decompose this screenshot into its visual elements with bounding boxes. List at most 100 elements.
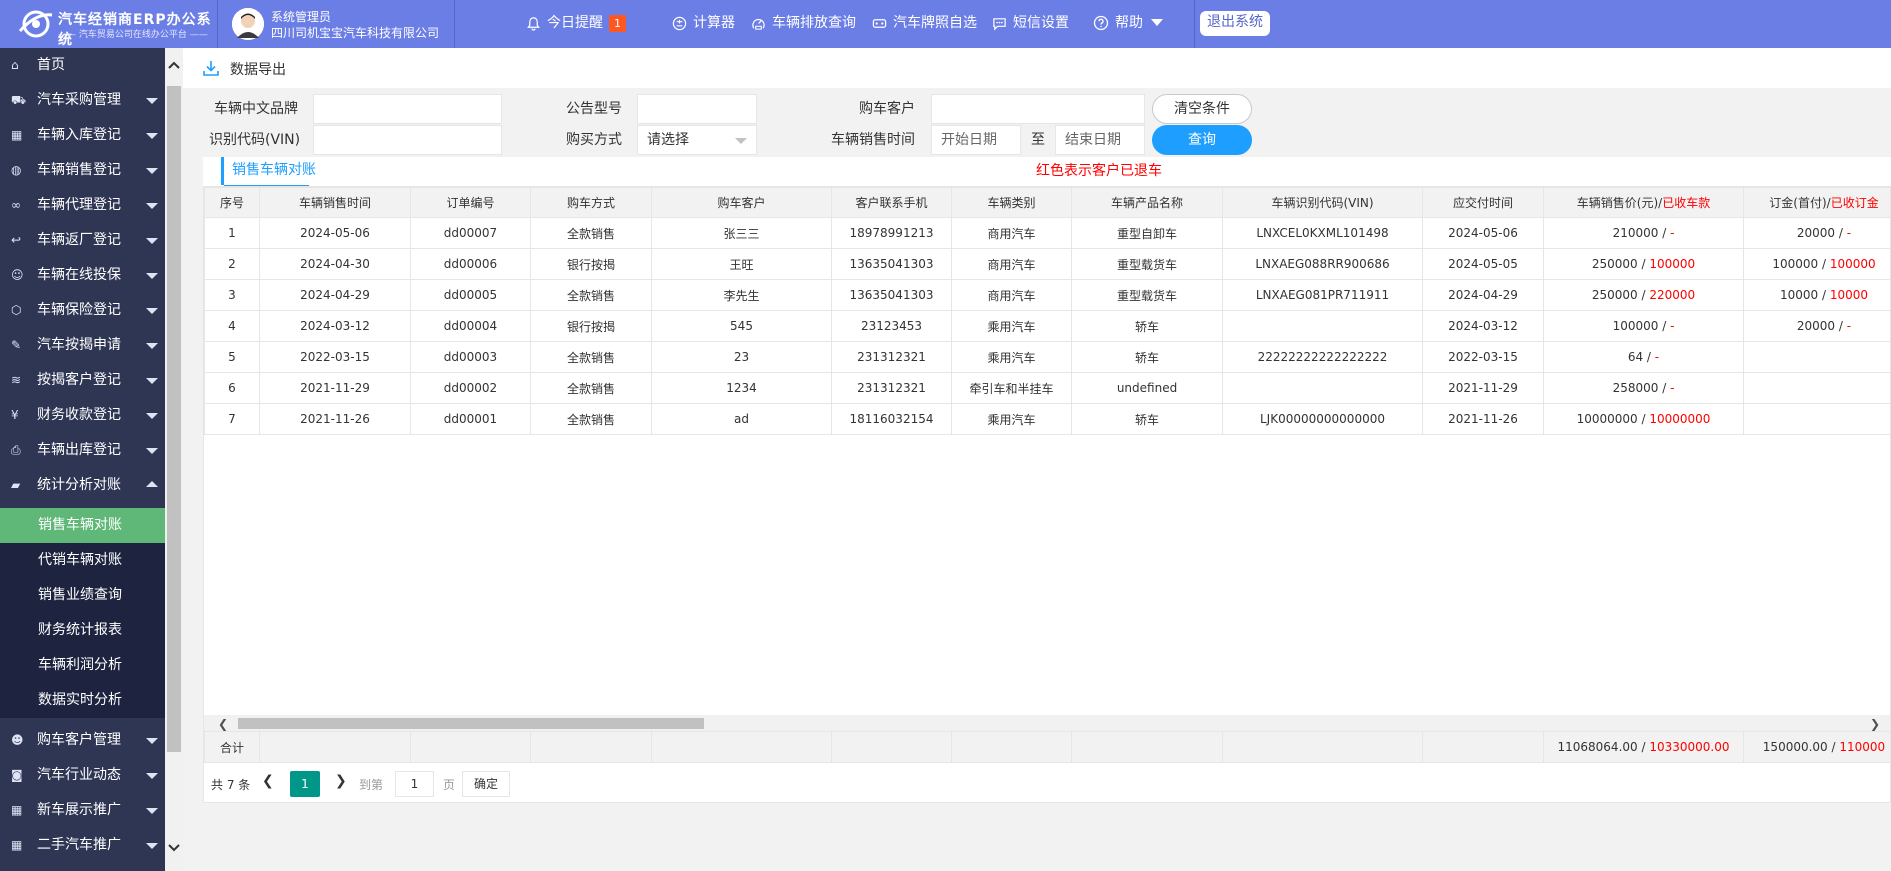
confirm-page-button[interactable]: 确定 xyxy=(462,771,510,797)
table-cell: 2022-03-15 xyxy=(1422,341,1544,373)
table-cell: 银行按揭 xyxy=(530,248,652,280)
table-row[interactable]: 2 2024-04-30 dd00006 银行按揭 王旺 13635041303 商用汽车重… xyxy=(204,248,1890,280)
price-cell-value: 250000 / xyxy=(1591,288,1650,302)
total-price-cell: 11068064.00 / 10330000.00 xyxy=(1543,731,1744,763)
help-icon xyxy=(1093,15,1109,31)
sidebar-item-bottom-2[interactable]: ▦ 新车展示推广 xyxy=(0,793,165,828)
pagination: 共 7 条 ❮ 1 ❯ 到第 1 页 确定 xyxy=(204,762,1890,802)
calculator-icon xyxy=(672,16,687,30)
sidebar-subitem-3[interactable]: 财务统计报表 xyxy=(0,613,165,648)
vin-input[interactable] xyxy=(313,125,502,155)
price-cell-red-value: 100000 xyxy=(1649,257,1696,271)
grid-icon: ▦ xyxy=(11,803,23,817)
emission-query-button[interactable]: 车辆排放查询 xyxy=(751,0,856,48)
calculator-button[interactable]: 计算器 xyxy=(672,0,735,48)
yen-icon: ¥ xyxy=(11,408,19,422)
table-cell: 3 xyxy=(204,279,260,311)
tab-sales-reconciliation[interactable]: 销售车辆对账 xyxy=(221,157,316,187)
export-bar[interactable]: 数据导出 xyxy=(183,48,1891,88)
sidebar-item-main-10[interactable]: ¥ 财务收款登记 xyxy=(0,398,165,433)
sidebar[interactable]: ⌂ 首页 ⛟ 汽车采购管理 ▦ 车辆入库登记 ◍ 车辆销售登记 ∞ 车辆代理登记 ↩ 车辆返厂登记 ☺ 车… xyxy=(0,48,165,871)
table-row[interactable]: 3 2024-04-29 dd00005 全款销售 李先生 13635041303 商用汽车… xyxy=(204,279,1890,311)
select-arrow-icon xyxy=(735,138,747,144)
sidebar-subitem-label: 销售车辆对账 xyxy=(38,517,122,533)
chevron-down-icon xyxy=(146,168,158,174)
table-cell: 2024-05-06 xyxy=(259,217,411,249)
next-page-icon[interactable]: ❯ xyxy=(335,773,347,789)
sidebar-subitem-4[interactable]: 车辆利润分析 xyxy=(0,648,165,683)
avatar[interactable] xyxy=(232,8,264,40)
sidebar-item-bottom-1[interactable]: ◙ 汽车行业动态 xyxy=(0,758,165,793)
sidebar-item-label: 车辆返厂登记 xyxy=(37,232,121,248)
price-cell-red-value: 10000000 xyxy=(1649,412,1711,426)
sidebar-scroll-thumb[interactable] xyxy=(167,86,181,752)
sidebar-item-label: 首页 xyxy=(37,57,65,73)
sidebar-subitem-0[interactable]: 销售车辆对账 xyxy=(0,508,165,543)
table-cell: 2021-11-26 xyxy=(259,403,411,435)
app-logo[interactable]: 汽车经销商ERP办公系统 —— 汽车贸易公司在线办公平台 —— xyxy=(0,0,218,48)
scroll-right-icon[interactable]: ❯ xyxy=(1870,717,1880,731)
total-price-cell-red-value: 10330000.00 xyxy=(1649,740,1730,754)
plate-select-button[interactable]: 汽车牌照自选 xyxy=(872,0,977,48)
sidebar-item-main-2[interactable]: ▦ 车辆入库登记 xyxy=(0,118,165,153)
page-number-input[interactable]: 1 xyxy=(395,771,434,797)
query-button[interactable]: 查询 xyxy=(1152,125,1252,155)
sidebar-item-main-11[interactable]: ⎙ 车辆出库登记 xyxy=(0,433,165,468)
table-scroll-thumb[interactable] xyxy=(238,718,704,729)
end-date-input[interactable]: 结束日期 xyxy=(1055,125,1145,155)
sidebar-subitem-5[interactable]: 数据实时分析 xyxy=(0,683,165,718)
page-unit-label: 页 xyxy=(443,778,456,792)
table-cell: 2024-04-30 xyxy=(259,248,411,280)
scroll-left-icon[interactable]: ❮ xyxy=(218,717,228,731)
start-date-placeholder: 开始日期 xyxy=(941,132,997,148)
sidebar-item-main-5[interactable]: ↩ 车辆返厂登记 xyxy=(0,223,165,258)
scroll-up-icon[interactable] xyxy=(168,61,180,69)
table-cell: dd00005 xyxy=(410,279,531,311)
table-cell: 重型载货车 xyxy=(1071,279,1223,311)
sidebar-item-main-12[interactable]: ▰ 统计分析对账 xyxy=(0,468,165,503)
total-deposit-cell-value: 150000.00 / xyxy=(1762,740,1840,754)
prev-page-icon[interactable]: ❮ xyxy=(262,773,274,789)
sidebar-item-main-6[interactable]: ☺ 车辆在线投保 xyxy=(0,258,165,293)
sms-icon xyxy=(993,17,1006,31)
sidebar-item-main-4[interactable]: ∞ 车辆代理登记 xyxy=(0,188,165,223)
reminder-button[interactable]: 今日提醒 1 xyxy=(526,0,626,48)
table-row[interactable]: 6 2021-11-29 dd00002 全款销售 1234 231312321 牵引车和半… xyxy=(204,372,1890,404)
sidebar-item-main-0[interactable]: ⌂ 首页 xyxy=(0,48,165,83)
table-row[interactable]: 7 2021-11-26 dd00001 全款销售 ad 18116032154 乘用汽车轿… xyxy=(204,403,1890,435)
column-header: 应交付时间 xyxy=(1422,187,1544,218)
scroll-down-icon[interactable] xyxy=(168,844,180,852)
sms-settings-button[interactable]: 短信设置 xyxy=(992,0,1069,48)
model-input[interactable] xyxy=(637,94,757,124)
sidebar-subitem-1[interactable]: 代销车辆对账 xyxy=(0,543,165,578)
sidebar-item-main-1[interactable]: ⛟ 汽车采购管理 xyxy=(0,83,165,118)
brand-input[interactable] xyxy=(313,94,502,124)
table-row[interactable]: 1 2024-05-06 dd00007 全款销售 张三三 18978991213 商用汽车… xyxy=(204,217,1890,249)
table-row[interactable]: 5 2022-03-15 dd00003 全款销售 23 231312321 乘用汽车 轿车 2… xyxy=(204,341,1890,373)
table-cell xyxy=(530,731,652,763)
sidebar-item-main-9[interactable]: ≋ 按揭客户登记 xyxy=(0,363,165,398)
help-menu[interactable]: 帮助 xyxy=(1093,0,1164,48)
table-row[interactable]: 4 2024-03-12 dd00004 银行按揭 545 23123453 乘用汽车 轿车 2… xyxy=(204,310,1890,342)
sidebar-item-main-8[interactable]: ✎ 汽车按揭申请 xyxy=(0,328,165,363)
clear-conditions-button[interactable]: 清空条件 xyxy=(1152,94,1252,124)
logout-button[interactable]: 退出系统 xyxy=(1200,11,1270,36)
deposit-cell: 20000 / - xyxy=(1743,217,1890,249)
sidebar-item-main-7[interactable]: ⬡ 车辆保险登记 xyxy=(0,293,165,328)
sidebar-item-bottom-3[interactable]: ▦ 二手汽车推广 xyxy=(0,828,165,863)
start-date-input[interactable]: 开始日期 xyxy=(931,125,1021,155)
method-select[interactable]: 请选择 xyxy=(637,125,757,155)
price-cell: 250000 / 100000 xyxy=(1543,248,1744,280)
sidebar-subitem-2[interactable]: 销售业绩查询 xyxy=(0,578,165,613)
sidebar-item-main-3[interactable]: ◍ 车辆销售登记 xyxy=(0,153,165,188)
sidebar-item-bottom-0[interactable]: ☻ 购车客户管理 xyxy=(0,723,165,758)
current-page-button[interactable]: 1 xyxy=(290,771,320,797)
sidebar-scrollbar[interactable] xyxy=(165,48,183,871)
table-cell: LJK00000000000000 xyxy=(1222,403,1423,435)
data-table-container[interactable]: 序号 车辆销售时间 订单编号 购车方式 购车客户 客户联系手机 车辆类别 车辆产品名称 车辆识别… xyxy=(203,186,1891,803)
export-label[interactable]: 数据导出 xyxy=(230,59,286,79)
user-info[interactable]: 系统管理员 四川司机宝宝汽车科技有限公司 xyxy=(218,0,455,48)
customer-input[interactable] xyxy=(931,94,1145,124)
deposit-cell: 100000 / 100000 xyxy=(1743,248,1890,280)
table-horizontal-scrollbar[interactable]: ❮ ❯ xyxy=(204,715,1890,731)
